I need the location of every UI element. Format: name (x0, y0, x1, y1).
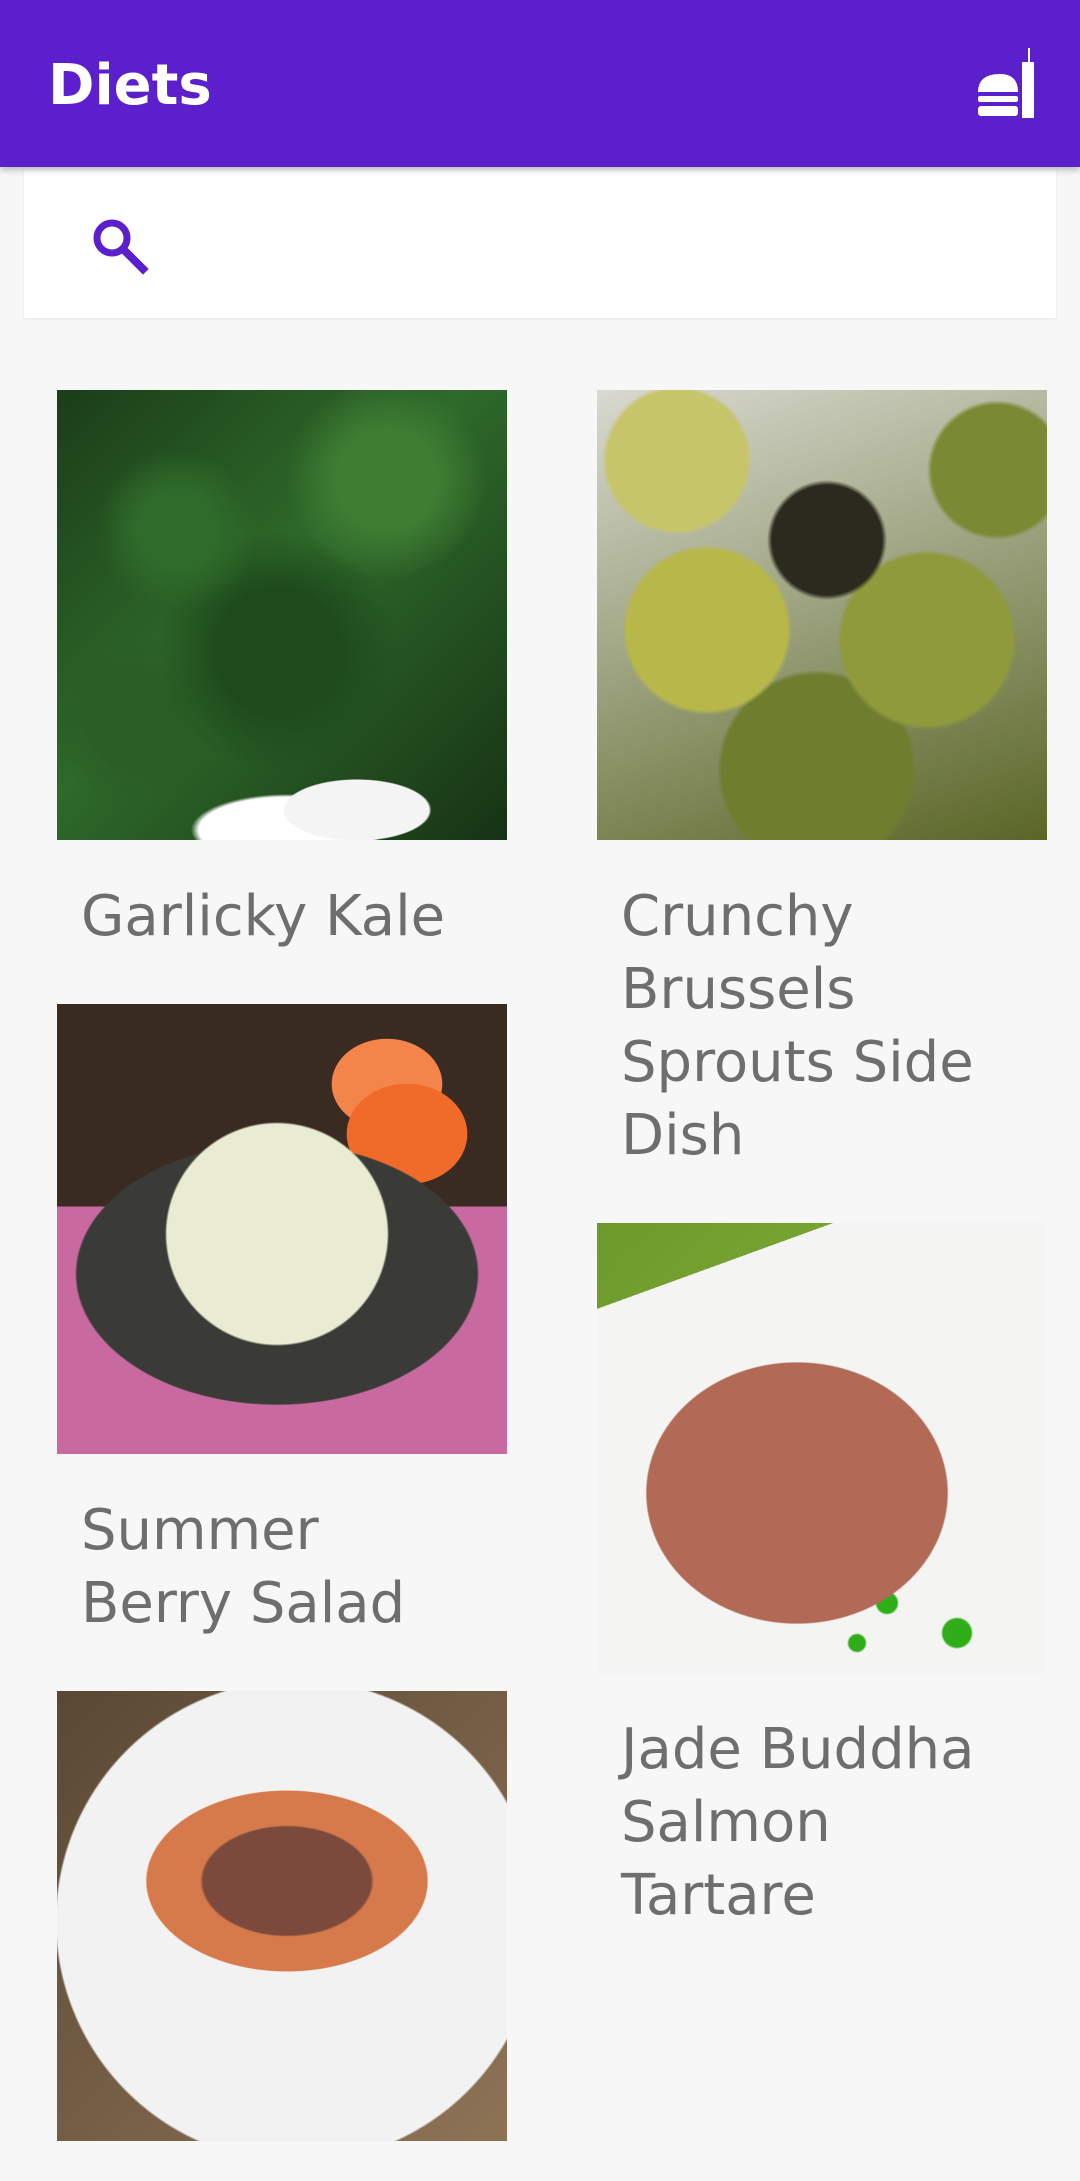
recipe-photo[interactable] (57, 1004, 507, 1454)
recipe-card[interactable]: Garlicky Kale (57, 390, 507, 953)
recipe-name: Garlicky Kale (81, 884, 446, 949)
recipe-card[interactable]: Jade Buddha Salmon Tartare (597, 1223, 1047, 1932)
recipe-name: Summer Berry Salad (81, 1498, 406, 1636)
app-title: Diets (48, 53, 212, 118)
recipe-photo[interactable] (57, 1691, 507, 2141)
recipe-name: Crunchy Brussels Sprouts Side Dish (621, 884, 974, 1168)
recipe-card[interactable] (57, 1691, 507, 2181)
search-icon[interactable] (88, 214, 152, 278)
recipe-photo[interactable] (597, 1223, 1047, 1673)
recipe-card[interactable]: Summer Berry Salad (57, 1004, 507, 1640)
recipe-card[interactable]: Crunchy Brussels Sprouts Side Dish (597, 390, 1047, 1172)
recipe-photo[interactable] (57, 390, 507, 840)
search-input[interactable] (174, 208, 1028, 282)
fastfood-icon[interactable] (970, 48, 1042, 120)
recipe-name: Jade Buddha Salmon Tartare (621, 1717, 975, 1928)
app-bar: Diets (0, 0, 1080, 167)
recipe-photo[interactable] (597, 390, 1047, 840)
search-bar[interactable] (24, 170, 1056, 318)
